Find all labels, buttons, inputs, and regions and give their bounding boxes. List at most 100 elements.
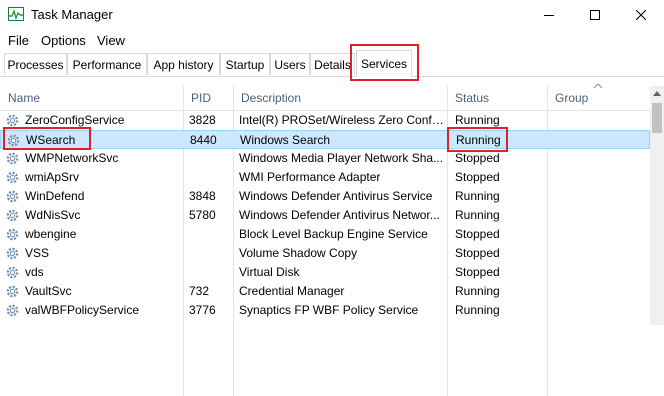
service-pid: 3848 [189, 189, 216, 203]
window-title: Task Manager [31, 7, 113, 22]
service-description: Windows Defender Antivirus Networ... [239, 208, 440, 222]
service-name: WMPNetworkSvc [25, 151, 119, 165]
service-group [555, 301, 645, 320]
scrollbar-thumb[interactable] [652, 103, 662, 133]
table-row-selected[interactable]: WSearch 8440 Windows Search Running [0, 130, 650, 149]
service-group [556, 131, 646, 150]
service-status: Stopped [455, 227, 500, 241]
service-name: valWBFPolicyService [25, 303, 140, 317]
service-group [555, 244, 645, 263]
column-pid[interactable]: PID [183, 86, 233, 110]
gear-icon [6, 304, 19, 317]
table-row[interactable]: ZeroConfigService 3828 Intel(R) PROSet/W… [0, 111, 650, 130]
service-status: Running [455, 208, 500, 222]
service-description: Block Level Backup Engine Service [239, 227, 428, 241]
service-name: vds [25, 265, 44, 279]
service-pid: 5780 [189, 208, 216, 222]
gear-icon [7, 134, 20, 147]
service-name: wbengine [25, 227, 77, 241]
chevron-up-icon [593, 83, 603, 89]
service-pid [189, 225, 229, 244]
column-status[interactable]: Status [447, 86, 547, 110]
service-pid: 3776 [189, 303, 216, 317]
service-pid [189, 244, 229, 263]
service-name: wmiApSrv [25, 170, 80, 184]
maximize-icon [590, 10, 600, 20]
menu-view[interactable]: View [97, 33, 125, 48]
service-description: Synaptics FP WBF Policy Service [239, 303, 419, 317]
service-description: WMI Performance Adapter [239, 170, 381, 184]
service-name: WdNisSvc [25, 208, 81, 222]
tab-processes[interactable]: Processes [4, 53, 67, 75]
minimize-button[interactable] [526, 0, 572, 30]
service-description: Windows Media Player Network Sha... [239, 151, 444, 165]
column-header: Name PID Description Status Group [0, 86, 650, 111]
table-row[interactable]: wmiApSrv WMI Performance Adapter Stopped [0, 168, 650, 187]
service-description: Windows Search [240, 133, 331, 147]
tab-strip: Processes Performance App history Startu… [0, 50, 664, 77]
table-row[interactable]: WdNisSvc 5780 Windows Defender Antivirus… [0, 206, 650, 225]
service-group [555, 168, 645, 187]
close-icon [636, 10, 646, 20]
gear-icon [6, 266, 19, 279]
gear-icon [6, 114, 19, 127]
table-row[interactable]: vds Virtual Disk Stopped [0, 263, 650, 282]
service-status: Running [455, 303, 500, 317]
service-group [555, 149, 645, 168]
table-row[interactable]: WMPNetworkSvc Windows Media Player Netwo… [0, 149, 650, 168]
table-row[interactable]: VSS Volume Shadow Copy Stopped [0, 244, 650, 263]
title-bar: Task Manager [0, 0, 664, 30]
vertical-scrollbar[interactable] [650, 86, 664, 325]
service-description: Virtual Disk [239, 265, 300, 279]
maximize-button[interactable] [572, 0, 618, 30]
table-row[interactable]: valWBFPolicyService 3776 Synaptics FP WB… [0, 301, 650, 320]
tab-details[interactable]: Details [310, 53, 355, 75]
service-description: Windows Defender Antivirus Service [239, 189, 433, 203]
tab-services[interactable]: Services [356, 50, 412, 77]
gear-icon [6, 190, 19, 203]
gear-icon [6, 285, 19, 298]
service-pid [189, 168, 229, 187]
gear-icon [6, 247, 19, 260]
service-group [555, 187, 645, 206]
tab-users[interactable]: Users [270, 53, 310, 75]
service-status: Running [455, 113, 500, 127]
service-group [555, 225, 645, 244]
service-status: Stopped [455, 246, 500, 260]
gear-icon [6, 152, 19, 165]
task-manager-icon [8, 7, 24, 21]
service-pid: 732 [189, 284, 210, 298]
table-row[interactable]: WinDefend 3848 Windows Defender Antiviru… [0, 187, 650, 206]
service-status: Running [455, 189, 500, 203]
tab-performance[interactable]: Performance [67, 53, 147, 75]
column-name[interactable]: Name [0, 86, 183, 110]
service-name: VSS [25, 246, 50, 260]
service-status: Running [456, 133, 501, 147]
service-group [555, 282, 645, 301]
table-row[interactable]: wbengine Block Level Backup Engine Servi… [0, 225, 650, 244]
service-pid [189, 263, 229, 282]
menu-options[interactable]: Options [41, 33, 86, 48]
service-status: Stopped [455, 170, 500, 184]
menu-bar: File Options View [0, 30, 664, 50]
service-name: WSearch [26, 133, 76, 147]
service-status: Stopped [455, 151, 500, 165]
service-name: WinDefend [25, 189, 85, 203]
close-button[interactable] [618, 0, 664, 30]
column-description[interactable]: Description [233, 86, 447, 110]
tab-startup[interactable]: Startup [220, 53, 270, 75]
scroll-up-button[interactable] [650, 86, 664, 100]
service-description: Intel(R) PROSet/Wireless Zero Confi... [239, 113, 444, 127]
service-description: Credential Manager [239, 284, 345, 298]
service-group [555, 263, 645, 282]
service-pid: 8440 [190, 133, 217, 147]
table-row[interactable]: VaultSvc 732 Credential Manager Running [0, 282, 650, 301]
tab-app-history[interactable]: App history [147, 53, 220, 75]
column-group[interactable]: Group [547, 86, 650, 110]
service-name: ZeroConfigService [25, 113, 125, 127]
gear-icon [6, 228, 19, 241]
service-status: Stopped [455, 265, 500, 279]
menu-file[interactable]: File [8, 33, 29, 48]
gear-icon [6, 209, 19, 222]
service-group [555, 111, 645, 130]
